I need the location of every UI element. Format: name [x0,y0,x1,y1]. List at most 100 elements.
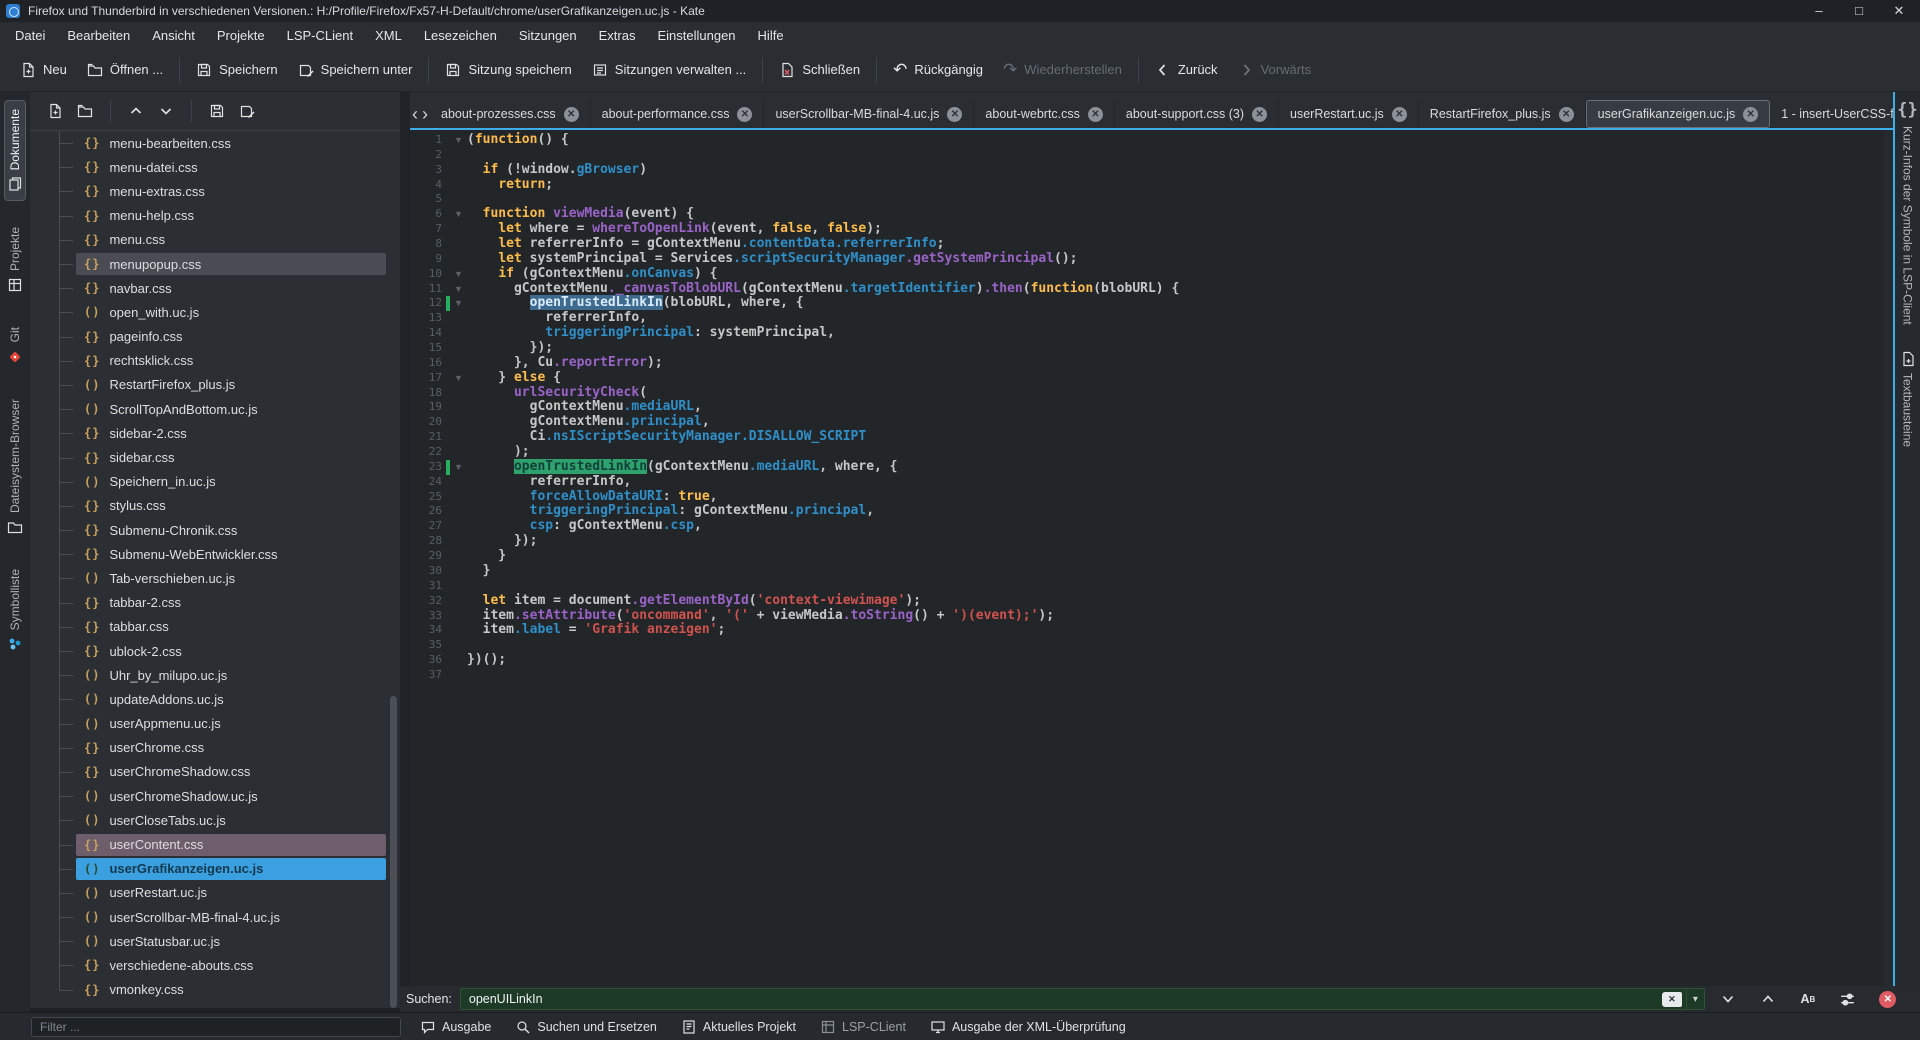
menu-bearbeiten[interactable]: Bearbeiten [56,24,141,47]
tab-close-icon[interactable]: ✕ [564,107,579,122]
go-down-button[interactable] [153,98,179,124]
toolview-ausgabe-button[interactable]: Ausgabe [412,1016,499,1038]
tree-item-userscrollbar-mb-final-4-uc-js[interactable]: ()userScrollbar-MB-final-4.uc.js [30,905,400,929]
tree-item-scrolltopandbottom-uc-js[interactable]: ()ScrollTopAndBottom.uc.js [30,397,400,421]
save-button[interactable] [204,98,230,124]
fold-marker[interactable]: ▼ [450,267,467,282]
search-history-dropdown-icon[interactable]: ▾ [1686,989,1704,1009]
tree-item-userchromeshadow-css[interactable]: {}userChromeShadow.css [30,760,400,784]
tab-about-prozesses-css[interactable]: about-prozesses.css✕ [430,100,591,128]
toolbar-speichern-unter-button[interactable]: Speichern unter [288,56,423,84]
tab-close-icon[interactable]: ✕ [737,107,752,122]
tree-item-submenu-chronik-css[interactable]: {}Submenu-Chronik.css [30,518,400,542]
tree-item-tabbar-css[interactable]: {}tabbar.css [30,615,400,639]
search-options-button[interactable] [1831,988,1865,1010]
tree-item-verschiedene-abouts-css[interactable]: {}verschiedene-abouts.css [30,953,400,977]
tree-item-userstatusbar-uc-js[interactable]: ()userStatusbar.uc.js [30,929,400,953]
match-case-button[interactable]: AB [1791,988,1825,1010]
menu-einstellungen[interactable]: Einstellungen [646,24,746,47]
toolbar-schließen-button[interactable]: Schließen [769,56,870,84]
toolbar-sitzungen-verwalten-button[interactable]: Sitzungen verwalten ... [582,56,757,84]
minimize-button[interactable]: – [1812,4,1826,18]
toolbar-neu-button[interactable]: Neu [10,56,77,84]
fold-marker[interactable]: ▼ [450,133,467,148]
tree-item-userclosetabs-uc-js[interactable]: ()userCloseTabs.uc.js [30,808,400,832]
search-input[interactable] [461,992,1662,1006]
tab-close-icon[interactable]: ✕ [1392,107,1407,122]
tree-item-menu-css[interactable]: {}menu.css [30,228,400,252]
tree-scrollbar-thumb[interactable] [390,696,397,1008]
tree-item-userappmenu-uc-js[interactable]: ()userAppmenu.uc.js [30,712,400,736]
menu-sitzungen[interactable]: Sitzungen [508,24,588,47]
toolview-suchen-und-ersetzen-button[interactable]: Suchen und Ersetzen [507,1016,665,1038]
tab-restartfirefox-plus-js[interactable]: RestartFirefox_plus.js✕ [1419,100,1586,128]
menu-datei[interactable]: Datei [4,24,56,47]
tab-scroll-left-button[interactable]: ‹ [410,101,420,128]
menu-ansicht[interactable]: Ansicht [141,24,206,47]
tab-about-webrtc-css[interactable]: about-webrtc.css✕ [974,100,1114,128]
sidebar-tab-git[interactable]: Git [5,319,25,372]
tree-item-open-with-uc-js[interactable]: ()open_with.uc.js [30,300,400,324]
code-editor[interactable]: 1▼(function() {23 if (!window.gBrowser)4… [410,130,1893,986]
fold-marker[interactable]: ▼ [450,282,467,297]
tree-item-ublock-2-css[interactable]: {}ublock-2.css [30,639,400,663]
tree-filter-input[interactable] [31,1017,401,1037]
tree-item-navbar-css[interactable]: {}navbar.css [30,276,400,300]
sidebar-tab-symbolliste[interactable]: Symbolliste [5,561,25,660]
tree-item-restartfirefox-plus-js[interactable]: ()RestartFirefox_plus.js [30,373,400,397]
clear-search-icon[interactable]: ✕ [1662,992,1682,1007]
toolbar-öffnen-button[interactable]: Öffnen ... [77,56,173,84]
tree-item-rechtsklick-css[interactable]: {}rechtsklick.css [30,349,400,373]
fold-marker[interactable]: ▼ [450,296,467,311]
tree-item-updateaddons-uc-js[interactable]: ()updateAddons.uc.js [30,687,400,711]
tree-item-pageinfo-css[interactable]: {}pageinfo.css [30,325,400,349]
document-open-button[interactable] [72,98,98,124]
maximize-button[interactable]: □ [1852,4,1866,18]
menu-projekte[interactable]: Projekte [206,24,276,47]
tree-item-menupopup-css[interactable]: {}menupopup.css [30,252,400,276]
menu-xml[interactable]: XML [364,24,413,47]
menu-extras[interactable]: Extras [588,24,647,47]
tree-item-submenu-webentwickler-css[interactable]: {}Submenu-WebEntwickler.css [30,542,400,566]
tree-item-uhr-by-milupo-uc-js[interactable]: ()Uhr_by_milupo.uc.js [30,663,400,687]
tree-item-tab-verschieben-uc-js[interactable]: ()Tab-verschieben.uc.js [30,566,400,590]
tree-item-userchromeshadow-uc-js[interactable]: ()userChromeShadow.uc.js [30,784,400,808]
menu-lesezeichen[interactable]: Lesezeichen [413,24,508,47]
tab-close-icon[interactable]: ✕ [947,107,962,122]
tab-about-support-css-3[interactable]: about-support.css (3)✕ [1115,100,1279,128]
tab-close-icon[interactable]: ✕ [1559,107,1574,122]
tab-usergrafikanzeigen-uc-js[interactable]: userGrafikanzeigen.uc.js✕ [1586,100,1771,128]
tree-item-userrestart-uc-js[interactable]: ()userRestart.uc.js [30,881,400,905]
menu-lsp-client[interactable]: LSP-CLient [276,24,364,47]
close-button[interactable]: ✕ [1892,4,1906,18]
editor-scrollbar[interactable] [1884,130,1893,986]
tree-item-menu-help-css[interactable]: {}menu-help.css [30,204,400,228]
sidebar-tab-kurz-infos-der-symbole-in-lsp-client[interactable]: {}Kurz-Infos der Symbole in LSP-Client [1897,102,1917,325]
find-next-button[interactable] [1711,988,1745,1010]
fold-marker[interactable]: ▼ [450,371,467,386]
tab-close-icon[interactable]: ✕ [1088,107,1103,122]
go-up-button[interactable] [123,98,149,124]
find-previous-button[interactable] [1751,988,1785,1010]
tree-item-usergrafikanzeigen-uc-js[interactable]: ()userGrafikanzeigen.uc.js [30,857,400,881]
fold-marker[interactable]: ▼ [450,460,467,475]
tree-item-userchrome-css[interactable]: {}userChrome.css [30,736,400,760]
tree-item-sidebar-css[interactable]: {}sidebar.css [30,445,400,469]
tab-close-icon[interactable]: ✕ [1743,107,1758,122]
sidebar-tab-textbausteine[interactable]: Textbausteine [1900,351,1916,447]
toolbar-rückgängig-button[interactable]: ↶Rückgängig [883,56,993,84]
toolbar-sitzung-speichern-button[interactable]: Sitzung speichern [435,56,581,84]
tree-item-menu-datei-css[interactable]: {}menu-datei.css [30,155,400,179]
tab-userscrollbar-mb-final-4-uc-js[interactable]: userScrollbar-MB-final-4.uc.js✕ [764,100,974,128]
tab-scroll-right-button[interactable]: › [420,101,430,128]
tree-item-speichern-in-uc-js[interactable]: ()Speichern_in.uc.js [30,470,400,494]
toolview-lsp-client-button[interactable]: LSP-CLient [812,1016,914,1038]
toolbar-zurück-button[interactable]: Zurück [1145,56,1228,84]
tree-item-vmonkey-css[interactable]: {}vmonkey.css [30,978,400,1002]
close-search-button[interactable]: ✕ [1871,988,1905,1010]
tree-item-usercontent-css[interactable]: {}userContent.css [30,832,400,856]
toolview-aktuelles-projekt-button[interactable]: Aktuelles Projekt [673,1016,804,1038]
tree-item-tabbar-2-css[interactable]: {}tabbar-2.css [30,591,400,615]
sidebar-tab-projekte[interactable]: Projekte [5,219,25,301]
toolbar-speichern-button[interactable]: Speichern [186,56,288,84]
